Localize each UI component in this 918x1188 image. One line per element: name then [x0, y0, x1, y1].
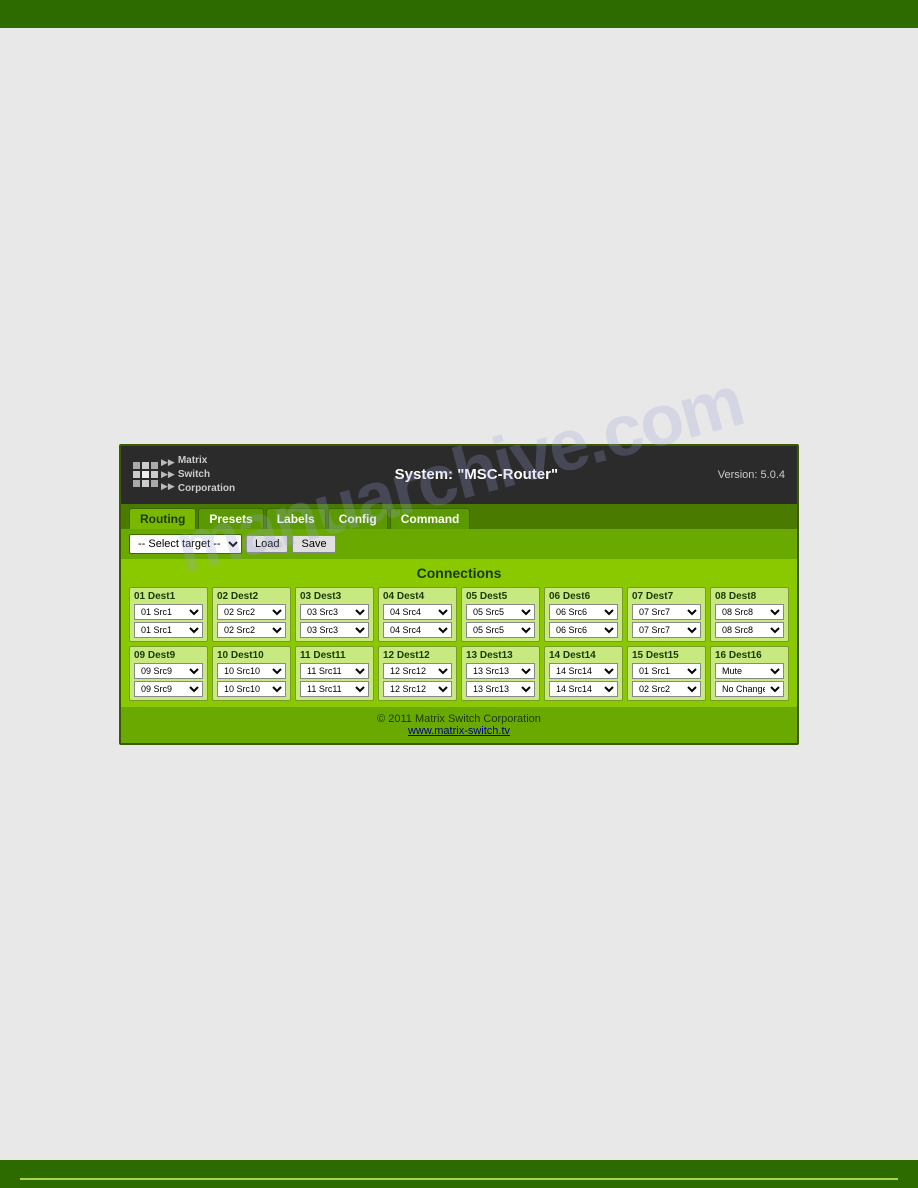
dest-select1-10[interactable]: 10 Src10 — [217, 663, 286, 679]
save-button[interactable]: Save — [292, 535, 335, 553]
dest-label-9: 09 Dest9 — [134, 650, 203, 661]
dest-label-10: 10 Dest10 — [217, 650, 286, 661]
dest-block-12: 12 Dest12 12 Src12 12 Src12 — [378, 646, 457, 701]
dest-select1-13[interactable]: 13 Src13 — [466, 663, 535, 679]
dest-select1-2[interactable]: 01 Src102 Src203 Src3 — [217, 604, 286, 620]
logo-section: ▶▶ ▶▶ ▶▶ MatrixSwitchCorporation — [133, 454, 235, 496]
footer-copyright: © 2011 Matrix Switch Corporation — [127, 713, 791, 725]
dest-block-13: 13 Dest13 13 Src13 13 Src13 — [461, 646, 540, 701]
dest-select1-12[interactable]: 12 Src12 — [383, 663, 452, 679]
dest-block-10: 10 Dest10 10 Src10 10 Src10 — [212, 646, 291, 701]
dest-label-6: 06 Dest6 — [549, 591, 618, 602]
dest-label-13: 13 Dest13 — [466, 650, 535, 661]
connections-grid: 01 Dest1 01 Src102 Src203 Src304 Src405 S… — [129, 587, 789, 701]
dest-block-7: 07 Dest7 07 Src7 07 Src7 — [627, 587, 706, 642]
dest-select2-8[interactable]: 08 Src8 — [715, 622, 784, 638]
footer-link[interactable]: www.matrix-switch.tv — [127, 725, 791, 737]
dest-select2-11[interactable]: 11 Src11 — [300, 681, 369, 697]
logo-text: MatrixSwitchCorporation — [178, 454, 235, 496]
dest-select2-12[interactable]: 12 Src12 — [383, 681, 452, 697]
dest-select2-5[interactable]: 05 Src5 — [466, 622, 535, 638]
dest-select1-11[interactable]: 11 Src11 — [300, 663, 369, 679]
dest-label-3: 03 Dest3 — [300, 591, 369, 602]
dest-select2-14[interactable]: 14 Src14 — [549, 681, 618, 697]
dest-select1-1[interactable]: 01 Src102 Src203 Src304 Src405 Src506 Sr… — [134, 604, 203, 620]
tab-labels[interactable]: Labels — [266, 508, 326, 529]
dest-block-1: 01 Dest1 01 Src102 Src203 Src304 Src405 S… — [129, 587, 208, 642]
tab-presets[interactable]: Presets — [198, 508, 263, 529]
connections-title: Connections — [129, 565, 789, 581]
dest-select1-4[interactable]: 01 Src104 Src4 — [383, 604, 452, 620]
dest-label-5: 05 Dest5 — [466, 591, 535, 602]
select-target[interactable]: -- Select target -- — [129, 534, 242, 554]
dest-select1-8[interactable]: 08 Src8 — [715, 604, 784, 620]
dest-block-5: 05 Dest5 05 Src5 05 Src5 — [461, 587, 540, 642]
dest-block-3: 03 Dest3 01 Src102 Src203 Src3 01 Src102 S… — [295, 587, 374, 642]
tab-command[interactable]: Command — [390, 508, 471, 529]
bottom-bar-line — [20, 1178, 898, 1180]
dest-label-16: 16 Dest16 — [715, 650, 784, 661]
dest-label-12: 12 Dest12 — [383, 650, 452, 661]
tab-config[interactable]: Config — [328, 508, 388, 529]
dest-block-8: 08 Dest8 08 Src8 08 Src8 — [710, 587, 789, 642]
dest-label-11: 11 Dest11 — [300, 650, 369, 661]
dest-select2-13[interactable]: 13 Src13 — [466, 681, 535, 697]
dest-block-9: 09 Dest9 09 Src9 09 Src9 — [129, 646, 208, 701]
dest-select2-1[interactable]: 01 Src102 Src203 Src304 Src405 Src506 Sr… — [134, 622, 203, 638]
dest-label-2: 02 Dest2 — [217, 591, 286, 602]
dest-block-6: 06 Dest6 06 Src6 06 Src6 — [544, 587, 623, 642]
bottom-bar — [0, 1160, 918, 1188]
dest-label-15: 15 Dest15 — [632, 650, 701, 661]
dest-select2-10[interactable]: 10 Src10 — [217, 681, 286, 697]
toolbar: -- Select target -- Load Save — [121, 529, 797, 559]
dest-block-2: 02 Dest2 01 Src102 Src203 Src3 01 Src102 S… — [212, 587, 291, 642]
load-button[interactable]: Load — [246, 535, 288, 553]
dest-select1-14[interactable]: 14 Src14 — [549, 663, 618, 679]
dest-select1-5[interactable]: 05 Src5 — [466, 604, 535, 620]
dest-label-7: 07 Dest7 — [632, 591, 701, 602]
dest-label-4: 04 Dest4 — [383, 591, 452, 602]
dest-block-16: 16 Dest16 MuteNo Change MuteNo Change — [710, 646, 789, 701]
app-footer: © 2011 Matrix Switch Corporation www.mat… — [121, 707, 797, 743]
dest-block-11: 11 Dest11 11 Src11 11 Src11 — [295, 646, 374, 701]
dest-select1-6[interactable]: 06 Src6 — [549, 604, 618, 620]
header-version: Version: 5.0.4 — [718, 469, 785, 481]
dest-select2-3[interactable]: 01 Src102 Src203 Src3 — [300, 622, 369, 638]
dest-select2-15[interactable]: 01 Src102 Src2 — [632, 681, 701, 697]
dest-select2-7[interactable]: 07 Src7 — [632, 622, 701, 638]
dest-select1-15[interactable]: 01 Src102 Src2 — [632, 663, 701, 679]
dest-select2-4[interactable]: 01 Src104 Src4 — [383, 622, 452, 638]
header-title: System: "MSC-Router" — [235, 466, 718, 483]
dest-block-14: 14 Dest14 14 Src14 14 Src14 — [544, 646, 623, 701]
dest-select2-2[interactable]: 01 Src102 Src203 Src3 — [217, 622, 286, 638]
dest-select2-6[interactable]: 06 Src6 — [549, 622, 618, 638]
dest-select1-9[interactable]: 09 Src9 — [134, 663, 203, 679]
top-bar — [0, 0, 918, 28]
dest-select1-3[interactable]: 01 Src102 Src203 Src3 — [300, 604, 369, 620]
dest-label-8: 08 Dest8 — [715, 591, 784, 602]
app-container: ▶▶ ▶▶ ▶▶ MatrixSwitchCorporation System:… — [119, 444, 799, 745]
nav-bar: Routing Presets Labels Config Command — [121, 504, 797, 529]
dest-select2-9[interactable]: 09 Src9 — [134, 681, 203, 697]
main-content: manuarchive.com — [0, 28, 918, 1160]
connections-area: Connections 01 Dest1 01 Src102 Src203 Src… — [121, 559, 797, 707]
dest-select1-16[interactable]: MuteNo Change — [715, 663, 784, 679]
dest-block-4: 04 Dest4 01 Src104 Src4 01 Src104 Src4 — [378, 587, 457, 642]
dest-select1-7[interactable]: 07 Src7 — [632, 604, 701, 620]
dest-label-14: 14 Dest14 — [549, 650, 618, 661]
dest-select2-16[interactable]: MuteNo Change — [715, 681, 784, 697]
app-header: ▶▶ ▶▶ ▶▶ MatrixSwitchCorporation System:… — [121, 446, 797, 504]
dest-block-15: 15 Dest15 01 Src102 Src2 01 Src102 Src2 — [627, 646, 706, 701]
tab-routing[interactable]: Routing — [129, 508, 196, 529]
dest-label-1: 01 Dest1 — [134, 591, 203, 602]
